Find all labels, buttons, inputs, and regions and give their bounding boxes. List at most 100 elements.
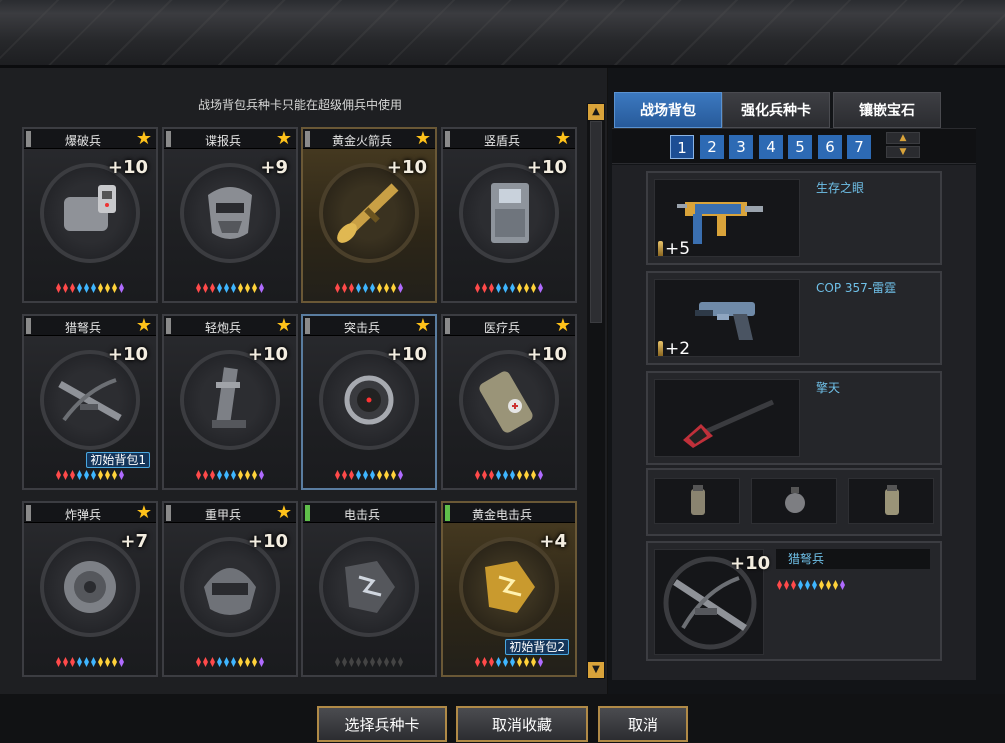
- card-name: 猎弩兵: [64, 321, 101, 335]
- select-card-button[interactable]: 选择兵种卡: [317, 706, 447, 742]
- soldier-card[interactable]: 炸弹兵 ★ +7: [22, 501, 158, 677]
- bullet-icon: [658, 241, 663, 256]
- page-button-2[interactable]: 2: [700, 135, 724, 159]
- unit-name: 猎弩兵: [776, 549, 930, 569]
- gem-icon: [196, 470, 201, 480]
- gem-icon: [531, 283, 536, 293]
- scroll-thumb[interactable]: [590, 121, 602, 323]
- soldier-card[interactable]: 谍报兵 ★ +9: [162, 127, 298, 303]
- card-marker: [305, 131, 310, 147]
- soldier-card[interactable]: 黄金火箭兵 ★ +10: [301, 127, 437, 303]
- page-button-4[interactable]: 4: [759, 135, 783, 159]
- card-gems: [172, 470, 288, 482]
- soldier-card[interactable]: 电击兵: [301, 501, 437, 677]
- soldier-card[interactable]: 猎弩兵 ★ +10 初始背包1: [22, 314, 158, 490]
- gem-icon: [63, 470, 68, 480]
- gem-icon: [391, 657, 396, 667]
- gem-icon: [384, 470, 389, 480]
- tab-battlefield-backpack[interactable]: 战场背包: [614, 92, 722, 128]
- gem-icon: [496, 470, 501, 480]
- weapon-slot-melee[interactable]: 擎天: [646, 371, 942, 465]
- card-marker: [26, 318, 31, 334]
- gem-icon: [77, 283, 82, 293]
- unfavorite-button[interactable]: 取消收藏: [456, 706, 588, 742]
- gem-icon: [356, 470, 361, 480]
- smoke-grenade-icon[interactable]: [848, 478, 934, 524]
- tab-inlay-gem[interactable]: 镶嵌宝石: [833, 92, 941, 128]
- gem-icon: [489, 470, 494, 480]
- equipped-unit-card[interactable]: +10 猎弩兵: [646, 541, 942, 661]
- page-button-6[interactable]: 6: [818, 135, 842, 159]
- scroll-down-arrow-icon[interactable]: ▼: [588, 662, 604, 678]
- gem-icon: [77, 657, 82, 667]
- gem-icon: [217, 657, 222, 667]
- gem-icon: [482, 657, 487, 667]
- star-icon: ★: [135, 315, 152, 336]
- gem-icon: [70, 657, 75, 667]
- card-marker: [26, 131, 31, 147]
- page-button-3[interactable]: 3: [729, 135, 753, 159]
- gem-icon: [496, 283, 501, 293]
- weapon-slot-secondary[interactable]: +2 COP 357-雷霆: [646, 271, 942, 365]
- soldier-card[interactable]: 突击兵 ★ +10: [301, 314, 437, 490]
- soldier-card[interactable]: 医疗兵 ★ +10: [441, 314, 577, 490]
- grenade-icon[interactable]: [654, 478, 740, 524]
- page-button-7[interactable]: 7: [847, 135, 871, 159]
- gem-icon: [210, 470, 215, 480]
- card-list-scrollbar[interactable]: ▲ ▼: [587, 103, 605, 679]
- gem-icon: [119, 657, 124, 667]
- soldier-card[interactable]: 竖盾兵 ★ +10: [441, 127, 577, 303]
- page-button-5[interactable]: 5: [788, 135, 812, 159]
- page-arrows: ▲ ▼: [886, 132, 920, 160]
- page-down-arrow-icon[interactable]: ▼: [886, 146, 920, 158]
- gem-icon: [238, 283, 243, 293]
- gem-icon: [56, 470, 61, 480]
- card-name: 黄金电击兵: [471, 508, 532, 522]
- gem-icon: [252, 283, 257, 293]
- crossbow-icon: [58, 378, 122, 422]
- flash-grenade-icon[interactable]: [751, 478, 837, 524]
- card-level: +10: [247, 344, 288, 365]
- cancel-button[interactable]: 取消: [598, 706, 688, 742]
- tab-enhance-card[interactable]: 强化兵种卡: [722, 92, 830, 128]
- ammo-count: +5: [658, 239, 690, 259]
- card-level: +9: [260, 157, 288, 178]
- gem-icon: [475, 470, 480, 480]
- card-gems: [172, 283, 288, 295]
- gem-icon: [398, 657, 403, 667]
- gem-icon: [517, 470, 522, 480]
- scope-icon: [344, 375, 394, 425]
- star-icon: ★: [275, 128, 292, 149]
- gem-icon: [363, 283, 368, 293]
- gem-icon: [70, 470, 75, 480]
- gem-icon: [98, 283, 103, 293]
- card-gems: [311, 283, 427, 295]
- card-header: 猎弩兵 ★: [24, 316, 156, 336]
- card-name: 突击兵: [343, 321, 380, 335]
- gold-lightning-gauntlet-icon: [485, 561, 535, 613]
- gem-icon: [356, 657, 361, 667]
- card-level: +7: [120, 531, 148, 552]
- soldier-card[interactable]: 黄金电击兵 +4 初始背包2: [441, 501, 577, 677]
- gem-icon: [538, 657, 543, 667]
- soldier-card[interactable]: 爆破兵 ★ +10: [22, 127, 158, 303]
- gem-icon: [475, 657, 480, 667]
- card-header: 重甲兵 ★: [164, 503, 296, 523]
- card-gems: [311, 657, 427, 669]
- riot-shield-icon: [491, 183, 529, 243]
- weapon-name: COP 357-雷霆: [816, 281, 897, 295]
- page-button-1[interactable]: 1: [670, 135, 694, 159]
- card-gems: [32, 657, 148, 669]
- weapon-slot-primary[interactable]: +5 生存之眼: [646, 171, 942, 265]
- scroll-up-arrow-icon[interactable]: ▲: [588, 104, 604, 120]
- gem-icon: [349, 283, 354, 293]
- gem-icon: [259, 657, 264, 667]
- gem-icon: [826, 580, 831, 590]
- gem-icon: [489, 657, 494, 667]
- gem-icon: [56, 657, 61, 667]
- gem-icon: [510, 283, 515, 293]
- page-up-arrow-icon[interactable]: ▲: [886, 132, 920, 144]
- gem-icon: [91, 470, 96, 480]
- soldier-card[interactable]: 重甲兵 ★ +10: [162, 501, 298, 677]
- soldier-card[interactable]: 轻炮兵 ★ +10: [162, 314, 298, 490]
